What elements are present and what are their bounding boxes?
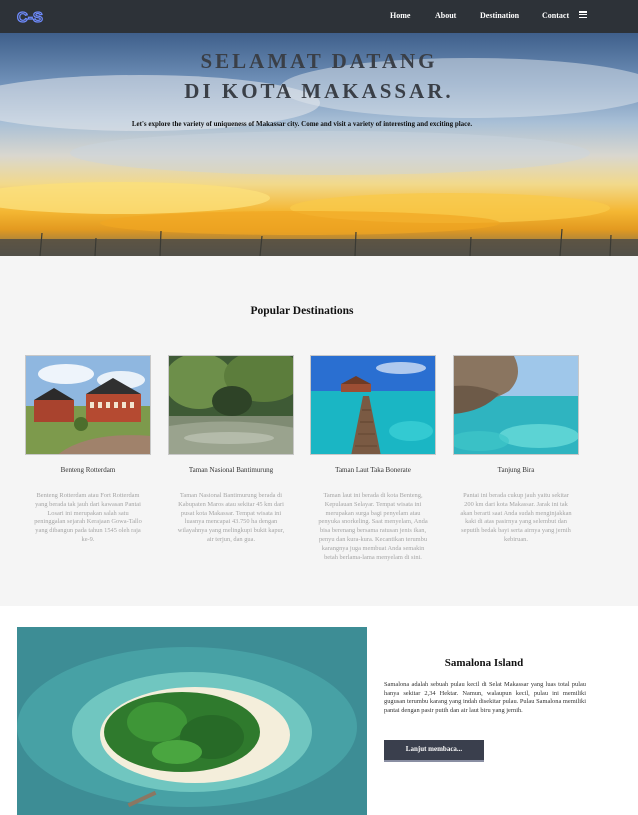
card-title: Taman Nasional Bantimurung bbox=[188, 466, 274, 474]
destination-card[interactable]: Benteng Rotterdam Benteng Rotterdam atau… bbox=[25, 355, 151, 545]
feature-description: Samalona adalah sebuah pulau kecil di Se… bbox=[384, 681, 586, 715]
hero-subtitle: Let's explore the variety of uniqueness … bbox=[131, 120, 473, 128]
nav-link-home[interactable]: Home bbox=[390, 11, 410, 20]
feature-title: Samalona Island bbox=[444, 657, 524, 669]
tanjung-bira-image[interactable] bbox=[453, 355, 579, 455]
nav-link-about[interactable]: About bbox=[435, 11, 456, 20]
hero-title-line-1: SELAMAT DATANG bbox=[200, 49, 438, 73]
nav-link-contact[interactable]: Contact bbox=[542, 11, 569, 20]
samalona-island-image[interactable] bbox=[17, 627, 367, 815]
destination-card[interactable]: Tanjung Bira Pantai ini berada cukup jau… bbox=[453, 355, 579, 545]
taka-bonerate-image[interactable] bbox=[310, 355, 436, 455]
hero-banner: SELAMAT DATANG DI KOTA MAKASSAR. Let's e… bbox=[0, 33, 638, 256]
card-title: Tanjung Bira bbox=[497, 466, 535, 474]
section-title: Popular Destinations bbox=[250, 305, 354, 317]
hamburger-icon[interactable] bbox=[579, 11, 587, 19]
hero-title-line-2: DI KOTA MAKASSAR. bbox=[184, 79, 454, 103]
popular-destinations-section: Popular Destinations Benteng Rotterdam B… bbox=[0, 256, 638, 606]
card-description: Pantai ini berada cukup jauh yaitu sekit… bbox=[460, 492, 572, 543]
card-title: Taman Laut Taka Bonerate bbox=[335, 466, 411, 474]
site-logo[interactable]: C-S bbox=[16, 7, 54, 26]
logo-text: C-S bbox=[17, 9, 43, 26]
nav-link-destination[interactable]: Destination bbox=[480, 11, 519, 20]
bantimurung-image[interactable] bbox=[168, 355, 294, 455]
card-description: Taman Nasional Bantimurung berada di Kab… bbox=[177, 492, 285, 543]
card-description: Taman laut ini berada di kota Benteng, K… bbox=[318, 492, 428, 561]
card-title: Benteng Rotterdam bbox=[60, 466, 116, 474]
destination-card[interactable]: Taman Laut Taka Bonerate Taman laut ini … bbox=[310, 355, 436, 562]
card-description: Benteng Rotterdam atau Fort Rotterdam ya… bbox=[34, 492, 142, 543]
fort-rotterdam-image[interactable] bbox=[25, 355, 151, 455]
navbar: C-S Home About Destination Contact bbox=[0, 0, 638, 33]
read-more-button[interactable]: Lanjut membaca... bbox=[384, 740, 484, 762]
destination-card[interactable]: Taman Nasional Bantimurung Taman Nasiona… bbox=[168, 355, 294, 545]
